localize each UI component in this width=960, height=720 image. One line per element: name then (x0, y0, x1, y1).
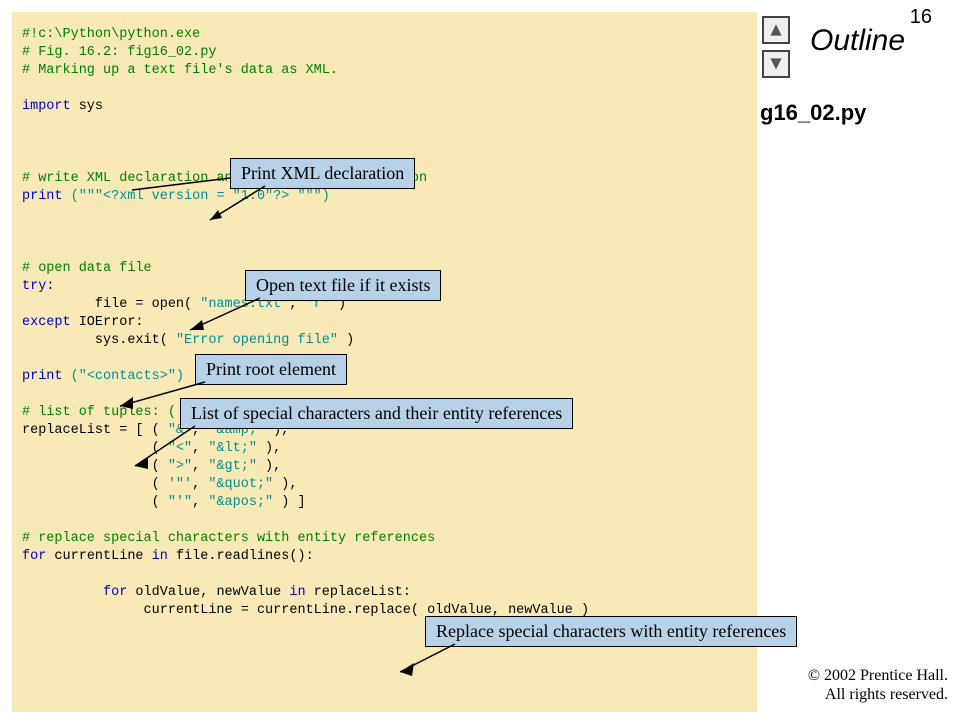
code-text: ( (22, 441, 168, 456)
code-pane: #!c:\Python\python.exe # Fig. 16.2: fig1… (12, 12, 757, 712)
callout-root-element: Print root element (195, 354, 347, 385)
code-text: ( (22, 459, 168, 474)
code-text: ("""<?xml version = "1.0"?> """) (63, 189, 330, 204)
code-str: "&quot;" (208, 477, 273, 492)
code-text: , (192, 495, 208, 510)
code-str: "<" (168, 441, 192, 456)
code-text: sys.exit( (22, 333, 176, 348)
code-kw: print (22, 189, 63, 204)
code-text: , (192, 477, 208, 492)
code-text: ( (22, 495, 168, 510)
code-text: ) (338, 333, 354, 348)
code-text: sys (71, 99, 103, 114)
code-kw: in (152, 549, 168, 564)
code-text: currentLine (46, 549, 151, 564)
code-text: file.readlines(): (168, 549, 314, 564)
code-text: , (192, 459, 208, 474)
code-kw: except (22, 315, 71, 330)
code-kw: print (22, 369, 63, 384)
copyright-text: © 2002 Prentice Hall. All rights reserve… (808, 666, 948, 704)
code-str: "'" (168, 495, 192, 510)
code-text: IOError: (71, 315, 144, 330)
code-kw: in (289, 585, 305, 600)
code-text (22, 585, 103, 600)
callout-replace: Replace special characters with entity r… (425, 616, 797, 647)
outline-heading: Outline (810, 24, 905, 58)
code-line: # open data file (22, 261, 152, 276)
code-str: '"' (168, 477, 192, 492)
code-str: "&apos;" (208, 495, 273, 510)
code-str: "&gt;" (208, 459, 257, 474)
prev-slide-button[interactable] (762, 16, 790, 44)
triangle-down-icon (769, 57, 783, 71)
code-text: file = open( (22, 297, 200, 312)
next-slide-button[interactable] (762, 50, 790, 78)
code-text: ), (257, 441, 281, 456)
copyright-line: © 2002 Prentice Hall. (808, 666, 948, 685)
code-kw: for (103, 585, 127, 600)
code-str: "&lt;" (208, 441, 257, 456)
page-number: 16 (910, 6, 932, 29)
copyright-line: All rights reserved. (808, 685, 948, 704)
code-kw: import (22, 99, 71, 114)
code-text: ) ] (273, 495, 305, 510)
code-text: : (46, 279, 54, 294)
code-listing: #!c:\Python\python.exe # Fig. 16.2: fig1… (22, 26, 747, 620)
callout-special-chars: List of special characters and their ent… (180, 398, 573, 429)
code-text: replaceList = [ ( (22, 423, 168, 438)
code-line: #!c:\Python\python.exe (22, 27, 200, 42)
code-line: # Fig. 16.2: fig16_02.py (22, 45, 216, 60)
code-text: ( (22, 477, 168, 492)
code-text: ), (257, 459, 281, 474)
code-kw: try (22, 279, 46, 294)
code-text: ("<contacts>") (63, 369, 185, 384)
side-filename: g16_02.py (760, 100, 866, 126)
code-kw: for (22, 549, 46, 564)
code-str: "Error opening file" (176, 333, 338, 348)
code-line: # replace special characters with entity… (22, 531, 435, 546)
code-text: replaceList: (306, 585, 411, 600)
callout-open-file: Open text file if it exists (245, 270, 441, 301)
code-line: # Marking up a text file's data as XML. (22, 63, 338, 78)
code-text: oldValue, newValue (127, 585, 289, 600)
code-str: ">" (168, 459, 192, 474)
triangle-up-icon (769, 23, 783, 37)
code-text: , (192, 441, 208, 456)
code-text: ), (273, 477, 297, 492)
callout-xml-decl: Print XML declaration (230, 158, 415, 189)
